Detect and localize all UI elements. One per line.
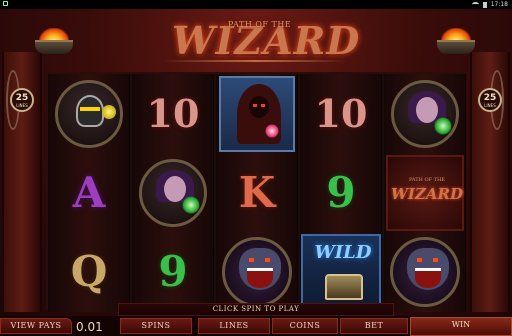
battery-icon: [482, 1, 487, 8]
reel-5: PATH OF THE WIZARD: [384, 74, 466, 312]
logo-symbol: PATH OF THE WIZARD: [386, 154, 464, 231]
brazier-icon: [437, 40, 475, 54]
ten-symbol: 10: [314, 91, 368, 136]
logo-big-text: WIZARD: [391, 184, 463, 203]
chest-icon: [325, 273, 363, 300]
reel-cell: 9: [132, 232, 214, 311]
witch-symbol: [139, 158, 207, 227]
ten-symbol: 10: [146, 91, 200, 136]
knight-symbol: [55, 79, 123, 148]
logo-small-text: PATH OF THE: [408, 176, 446, 183]
lines-label: LINES: [484, 103, 496, 108]
status-bar: 17:18: [0, 0, 512, 9]
wild-label: WILD: [314, 241, 372, 263]
notification-icon: [3, 1, 8, 6]
lines-badge-left[interactable]: 25 LINES: [10, 88, 34, 112]
reel-cell: K: [216, 153, 298, 232]
clock: 17:18: [490, 1, 508, 8]
reel-3: K: [216, 74, 298, 312]
lines-badge-right[interactable]: 25 LINES: [478, 88, 502, 112]
k-symbol: K: [238, 168, 276, 217]
reel-cell: 10: [132, 74, 214, 153]
coin-value: 0.01: [76, 320, 103, 334]
lines-button[interactable]: LINES: [198, 318, 270, 334]
witch-symbol: [391, 79, 459, 148]
q-symbol: Q: [70, 247, 108, 296]
reel-cell: [216, 232, 298, 311]
reel-cell: 9: [300, 153, 382, 232]
reel-cell: [384, 74, 466, 153]
reel-area[interactable]: A Q 10 9 K 10 9 WILD PATH OF THE WIZARD: [46, 72, 466, 312]
reel-cell: [48, 74, 130, 153]
reel-2: 10 9: [132, 74, 214, 312]
spins-button[interactable]: SPINS: [120, 318, 192, 334]
click-to-play-banner[interactable]: CLICK SPIN TO PLAY: [118, 303, 394, 316]
demon-symbol: [390, 236, 460, 307]
reel-1: A Q: [48, 74, 130, 312]
a-symbol: A: [72, 168, 106, 217]
demon-symbol: [222, 236, 292, 307]
win-display: WIN: [410, 317, 512, 336]
wizard-symbol: [219, 75, 295, 152]
game-screen: 17:18 WIZARD PATH OF THE 25 LINES 25 LIN…: [0, 0, 512, 336]
reel-cell: [384, 232, 466, 311]
status-icons: 17:18: [471, 1, 508, 8]
wild-symbol: WILD: [301, 233, 381, 310]
nine-symbol: 9: [158, 247, 188, 296]
brazier-icon: [35, 40, 73, 54]
reel-cell: Q: [48, 232, 130, 311]
reel-cell: A: [48, 153, 130, 232]
game-subtitle: PATH OF THE: [228, 20, 292, 29]
view-pays-button[interactable]: VIEW PAYS: [0, 318, 72, 334]
nine-symbol: 9: [326, 168, 356, 217]
coins-button[interactable]: COINS: [272, 318, 338, 334]
bet-button[interactable]: BET: [340, 318, 408, 334]
reel-cell: [216, 74, 298, 153]
wifi-icon: [471, 2, 479, 7]
reel-cell: [132, 153, 214, 232]
title-ornament: [164, 60, 348, 62]
lines-label: LINES: [16, 103, 28, 108]
reel-cell: PATH OF THE WIZARD: [384, 153, 466, 232]
reel-4: 10 9 WILD: [300, 74, 382, 312]
reel-cell: 10: [300, 74, 382, 153]
reel-cell: WILD: [300, 232, 382, 311]
